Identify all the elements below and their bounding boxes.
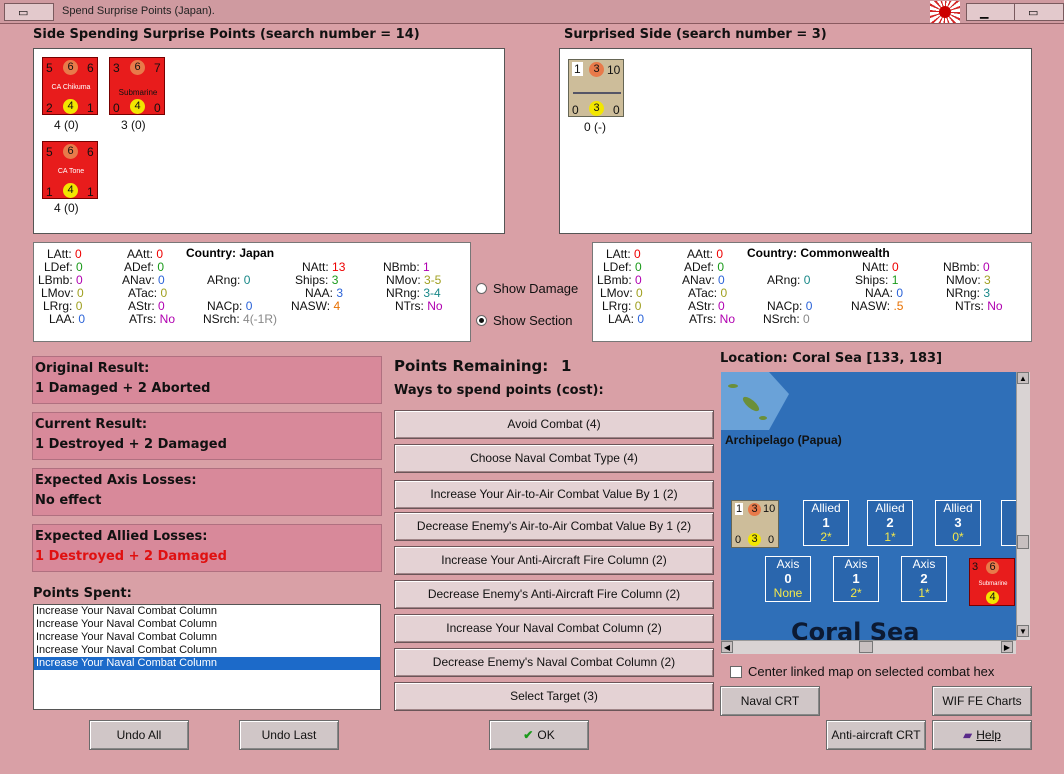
list-item[interactable]: Increase Your Naval Combat Column <box>34 644 380 657</box>
help-button[interactable]: ▰ Help <box>932 720 1032 750</box>
title-bar: ▭ Spend Surprise Points (Japan). ▁ ▭ <box>0 0 1064 24</box>
points-spent-list[interactable]: Increase Your Naval Combat Column Increa… <box>33 604 381 710</box>
avoid-combat-button[interactable]: Avoid Combat (4) <box>394 410 714 439</box>
island-shape <box>759 416 767 420</box>
map-submarine-counter[interactable]: 3 6 Submarine 4 <box>969 558 1015 606</box>
axis-box-1[interactable]: Axis 1 2* <box>833 556 879 602</box>
list-item[interactable]: Increase Your Naval Combat Column <box>34 657 380 670</box>
counter-tile: 5 6 6 CA Tone 1 4 1 <box>42 141 98 199</box>
naval-crt-button[interactable]: Naval CRT <box>720 686 820 716</box>
points-remaining-value: 1 <box>561 357 572 375</box>
scroll-thumb[interactable] <box>1017 535 1029 549</box>
axis-box-0[interactable]: Axis 0 None <box>765 556 811 602</box>
undo-last-button[interactable]: Undo Last <box>239 720 339 750</box>
sea-name-label: Coral Sea <box>791 618 920 640</box>
points-remaining-label: Points Remaining: <box>394 357 549 375</box>
unit-caption: 0 (-) <box>584 120 606 134</box>
counter-tile: 5 6 6 CA Chikuma 2 4 1 <box>42 57 98 115</box>
ok-button[interactable]: ✔ OK <box>489 720 589 750</box>
points-spent-label: Points Spent: <box>33 586 132 601</box>
current-result-panel: Current Result: 1 Destroyed + 2 Damaged <box>32 412 382 460</box>
decrease-enemy-anti-aircraft-button[interactable]: Decrease Enemy's Anti-Aircraft Fire Colu… <box>394 580 714 609</box>
land-hex <box>721 372 789 430</box>
allied-box-1[interactable]: Allied 1 2* <box>803 500 849 546</box>
anti-aircraft-crt-button[interactable]: Anti-aircraft CRT <box>826 720 926 750</box>
unit-caption: 4 (0) <box>54 118 79 132</box>
island-shape <box>728 384 738 388</box>
decrease-enemy-air-to-air-button[interactable]: Decrease Enemy's Air-to-Air Combat Value… <box>394 512 714 541</box>
select-target-button[interactable]: Select Target (3) <box>394 682 714 711</box>
scroll-up-icon[interactable]: ▲ <box>1017 372 1029 384</box>
minimize-button[interactable]: ▁ <box>966 3 1016 21</box>
choose-naval-combat-type-button[interactable]: Choose Naval Combat Type (4) <box>394 444 714 473</box>
allied-box-4-partial[interactable] <box>1001 500 1016 546</box>
help-book-icon: ▰ <box>963 728 973 742</box>
counter-tile: 1 3 10 0 3 0 <box>568 59 624 117</box>
map-horizontal-scrollbar[interactable]: ◀ ▶ <box>721 640 1016 654</box>
archipelago-label: Archipelago (Papua) <box>725 433 842 447</box>
system-menu-button[interactable]: ▭ <box>4 3 54 21</box>
dialog-window: ▭ Spend Surprise Points (Japan). ▁ ▭ Sid… <box>0 0 1064 774</box>
increase-air-to-air-button[interactable]: Increase Your Air-to-Air Combat Value By… <box>394 480 714 509</box>
list-item[interactable]: Increase Your Naval Combat Column <box>34 631 380 644</box>
decrease-enemy-naval-combat-button[interactable]: Decrease Enemy's Naval Combat Column (2) <box>394 648 714 677</box>
stats-panel-commonwealth: LAtt: 0 LDef: 0 LBmb: 0 LMov: 0 LRrg: 0 … <box>592 242 1032 342</box>
wif-fe-charts-button[interactable]: WIF FE Charts <box>932 686 1032 716</box>
spending-side-header: Side Spending Surprise Points (search nu… <box>33 27 420 42</box>
scroll-thumb[interactable] <box>859 641 873 653</box>
window-title: Spend Surprise Points (Japan). <box>62 5 215 17</box>
spending-units-panel: 5 6 6 CA Chikuma 2 4 1 4 (0) 3 6 7 Subma… <box>33 48 505 234</box>
checkmark-icon: ✔ <box>523 728 534 742</box>
ways-to-spend-label: Ways to spend points (cost): <box>394 383 604 398</box>
radio-off-icon <box>476 283 487 294</box>
allied-box-2[interactable]: Allied 2 1* <box>867 500 913 546</box>
scroll-down-icon[interactable]: ▼ <box>1017 625 1029 637</box>
map-view[interactable]: Archipelago (Papua) Allied 1 2* Allied 2 1* … <box>721 372 1016 640</box>
center-linked-map-checkbox[interactable]: Center linked map on selected combat hex <box>730 664 994 679</box>
close-button[interactable]: ▭ <box>1014 3 1064 21</box>
unit-caption: 3 (0) <box>121 118 146 132</box>
list-item[interactable]: Increase Your Naval Combat Column <box>34 618 380 631</box>
ship-silhouette-icon <box>573 82 621 94</box>
location-label: Location: Coral Sea [133, 183] <box>720 351 943 366</box>
increase-naval-combat-button[interactable]: Increase Your Naval Combat Column (2) <box>394 614 714 643</box>
allied-box-3[interactable]: Allied 3 0* <box>935 500 981 546</box>
japan-flag-icon <box>930 1 960 23</box>
radio-on-icon <box>476 315 487 326</box>
surprised-side-header: Surprised Side (search number = 3) <box>564 27 827 42</box>
stats-panel-japan: LAtt: 0 LDef: 0 LBmb: 0 LMov: 0 LRrg: 0 … <box>33 242 471 342</box>
increase-anti-aircraft-button[interactable]: Increase Your Anti-Aircraft Fire Column … <box>394 546 714 575</box>
surprised-units-panel: 1 3 10 0 3 0 0 (-) <box>559 48 1032 234</box>
show-section-radio[interactable]: Show Section <box>476 313 573 328</box>
map-allied-counter[interactable]: 1 3 10 0 3 0 <box>731 500 779 548</box>
checkbox-icon <box>730 666 742 678</box>
undo-all-button[interactable]: Undo All <box>89 720 189 750</box>
scroll-right-icon[interactable]: ▶ <box>1001 641 1013 653</box>
unit-caption: 4 (0) <box>54 201 79 215</box>
show-damage-radio[interactable]: Show Damage <box>476 281 578 296</box>
map-vertical-scrollbar[interactable]: ▲ ▼ <box>1016 372 1030 640</box>
expected-allied-losses-panel: Expected Allied Losses: 1 Destroyed + 2 … <box>32 524 382 572</box>
original-result-panel: Original Result: 1 Damaged + 2 Aborted <box>32 356 382 404</box>
counter-tile: 3 6 7 Submarine 0 4 0 <box>109 57 165 115</box>
list-item[interactable]: Increase Your Naval Combat Column <box>34 605 380 618</box>
axis-box-2[interactable]: Axis 2 1* <box>901 556 947 602</box>
scroll-left-icon[interactable]: ◀ <box>721 641 733 653</box>
expected-axis-losses-panel: Expected Axis Losses: No effect <box>32 468 382 516</box>
